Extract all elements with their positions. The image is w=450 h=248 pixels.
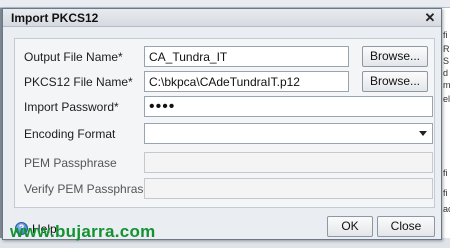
watermark: www.bujarra.com: [10, 222, 156, 241]
output-file-label: Output File Name*: [24, 50, 123, 64]
output-file-browse-button[interactable]: Browse...: [362, 46, 428, 67]
dialog-titlebar[interactable]: Import PKCS12 ✕: [3, 9, 441, 27]
form-panel: Output File Name* CA_Tundra_IT Browse...…: [14, 38, 435, 208]
pem-passphrase-field[interactable]: [144, 152, 433, 173]
background-text-fragment: R: [443, 44, 450, 54]
background-text-fragment: d: [443, 68, 449, 78]
ok-button[interactable]: OK: [327, 216, 373, 237]
pkcs12-file-field[interactable]: C:\bkpca\CAdeTundraIT.p12: [144, 71, 349, 92]
import-password-field[interactable]: ••••: [144, 96, 433, 117]
pem-passphrase-label: PEM Passphrase: [24, 156, 117, 170]
encoding-format-select[interactable]: [144, 123, 433, 144]
chevron-down-icon[interactable]: [419, 131, 427, 136]
close-icon[interactable]: ✕: [423, 10, 437, 25]
verify-pem-passphrase-label: Verify PEM Passphrase: [24, 182, 151, 196]
close-button[interactable]: Close: [377, 216, 435, 237]
background-window-top: [0, 0, 450, 8]
pkcs12-file-browse-button[interactable]: Browse...: [362, 71, 428, 92]
background-text-fragment: fi: [443, 30, 448, 40]
dialog-title: Import PKCS12: [11, 11, 99, 25]
background-text-fragment: S: [443, 56, 450, 66]
verify-pem-passphrase-field[interactable]: [144, 178, 433, 199]
output-file-field[interactable]: CA_Tundra_IT: [144, 46, 349, 67]
background-text-fragment: ac: [443, 204, 450, 214]
encoding-format-label: Encoding Format: [24, 127, 116, 141]
import-password-label: Import Password*: [24, 100, 119, 114]
pkcs12-file-label: PKCS12 File Name*: [24, 75, 133, 89]
import-pkcs12-dialog: Import PKCS12 ✕ Output File Name* CA_Tun…: [2, 8, 442, 240]
background-window-right: fi R S d m el fi fi ac: [441, 8, 450, 248]
background-text-fragment: fi: [443, 188, 448, 198]
background-text-fragment: el: [443, 94, 450, 104]
background-text-fragment: fi: [443, 168, 448, 178]
background-text-fragment: m: [443, 80, 450, 90]
password-mask: ••••: [149, 98, 176, 115]
